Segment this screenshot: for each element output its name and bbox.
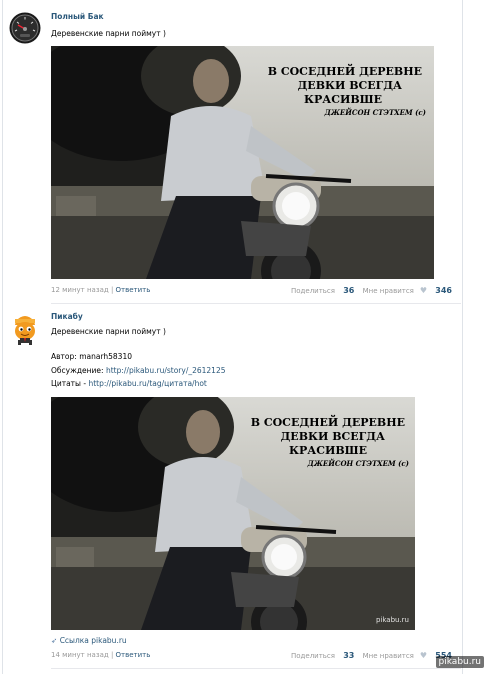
- reply-link[interactable]: Ответить: [116, 651, 151, 659]
- heart-icon[interactable]: ♥: [420, 286, 427, 295]
- post-text: Деревенские парни поймут ): [51, 327, 166, 336]
- heart-icon[interactable]: ♥: [420, 651, 427, 660]
- post-pikabu: Пикабу Деревенские парни поймут ) Автор:…: [0, 305, 490, 674]
- bottom-divider: [51, 668, 461, 669]
- overlay-line-2: ДЕВКИ ВСЕГДА: [297, 79, 402, 92]
- post-photo[interactable]: В СОСЕДНЕЙ ДЕРЕВНЕ ДЕВКИ ВСЕГДА КРАСИВШЕ…: [51, 46, 434, 279]
- post-divider: [51, 303, 461, 304]
- like-count[interactable]: 346: [435, 286, 452, 295]
- post-polny-bak: Полный Бак Деревенские парни поймут ) В …: [0, 0, 490, 300]
- overlay-line-3: КРАСИВШЕ: [303, 93, 382, 106]
- reply-link[interactable]: Ответить: [116, 286, 151, 294]
- overlay-signature: ДЖЕЙСОН СТЭТХЕМ (с): [324, 108, 426, 117]
- discussion-link[interactable]: http://pikabu.ru/story/_2612125: [106, 366, 226, 375]
- share-count[interactable]: 36: [343, 286, 354, 295]
- overlay-line-3: КРАСИВШЕ: [288, 444, 367, 457]
- share-count[interactable]: 33: [343, 651, 354, 660]
- post-actions: Поделиться 33 Мне нравится♥ 554: [285, 651, 452, 660]
- link-arrow-icon: ➶: [51, 636, 58, 645]
- post-footer: 12 минут назад | Ответить Поделиться 36 …: [51, 286, 452, 295]
- avatar-gauge[interactable]: [9, 12, 41, 44]
- post-time[interactable]: 14 минут назад: [51, 651, 109, 659]
- like-button[interactable]: Мне нравится: [363, 652, 414, 660]
- corner-watermark: pikabu.ru: [435, 656, 484, 668]
- post-time[interactable]: 12 минут назад: [51, 286, 109, 294]
- meta-author-value: manarh58310: [79, 352, 133, 361]
- overlay-line-2: ДЕВКИ ВСЕГДА: [280, 430, 385, 443]
- meta-quotes-line: Цитаты - http://pikabu.ru/tag/цитата/hot: [51, 379, 207, 388]
- post-text: Деревенские парни поймут ): [51, 29, 166, 38]
- post-author[interactable]: Пикабу: [51, 312, 83, 321]
- meta-author-line: Автор: manarh58310: [51, 352, 132, 361]
- overlay-signature: ДЖЕЙСОН СТЭТХЕМ (с): [307, 459, 409, 468]
- footer-separator: |: [110, 651, 114, 659]
- post-photo[interactable]: В СОСЕДНЕЙ ДЕРЕВНЕ ДЕВКИ ВСЕГДА КРАСИВШЕ…: [51, 397, 415, 630]
- post-actions: Поделиться 36 Мне нравится ♥ 346: [285, 286, 452, 295]
- meta-discussion-label: Обсуждение:: [51, 366, 104, 375]
- share-button[interactable]: Поделиться: [291, 652, 335, 660]
- avatar-pikabu-mascot[interactable]: [9, 311, 41, 345]
- meta-author-label: Автор:: [51, 352, 77, 361]
- overlay-line-1: В СОСЕДНЕЙ ДЕРЕВНЕ: [250, 416, 405, 429]
- attached-link[interactable]: ➶ Ссылка pikabu.ru: [51, 636, 127, 645]
- pikabu-link[interactable]: Ссылка pikabu.ru: [60, 636, 127, 645]
- footer-separator: |: [110, 286, 114, 294]
- overlay-line-1: В СОСЕДНЕЙ ДЕРЕВНЕ: [267, 65, 422, 78]
- like-button[interactable]: Мне нравится: [363, 287, 414, 295]
- meta-quotes-label: Цитаты -: [51, 379, 87, 388]
- image-watermark: pikabu.ru: [375, 616, 409, 624]
- quotes-link[interactable]: http://pikabu.ru/tag/цитата/hot: [88, 379, 206, 388]
- meta-discussion-line: Обсуждение: http://pikabu.ru/story/_2612…: [51, 366, 226, 375]
- share-button[interactable]: Поделиться: [291, 287, 335, 295]
- post-footer: 14 минут назад | Ответить Поделиться 33 …: [51, 651, 452, 660]
- post-author[interactable]: Полный Бак: [51, 12, 104, 21]
